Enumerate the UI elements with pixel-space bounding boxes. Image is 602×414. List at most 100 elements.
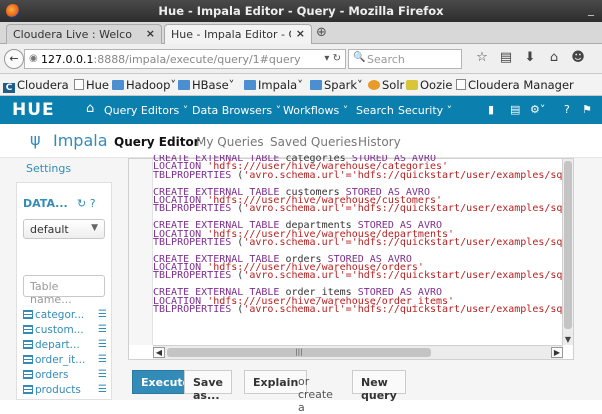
url-host: 127.0.0.1: [41, 53, 94, 66]
bookmark-hadoop[interactable]: Hadoop˅: [112, 78, 176, 92]
code-line[interactable]: 21: [153, 323, 563, 331]
sql-text: (: [231, 270, 244, 282]
tab-my-queries[interactable]: My Queries: [196, 135, 264, 149]
help-icon[interactable]: ?: [564, 103, 570, 116]
back-button[interactable]: ←: [4, 49, 24, 69]
columns-icon[interactable]: ☰: [98, 354, 107, 365]
tab-query-editor[interactable]: Query Editor: [114, 135, 200, 149]
scrollbar-thumb[interactable]: |||: [167, 348, 431, 357]
scroll-down-icon[interactable]: ▼: [563, 335, 573, 345]
chevron-down-icon: ˅: [228, 78, 235, 92]
bookmark-spark[interactable]: Spark˅: [310, 78, 363, 92]
tab-history[interactable]: History: [358, 135, 401, 149]
hue-logo[interactable]: HUE: [12, 100, 55, 120]
columns-icon[interactable]: ☰: [98, 369, 107, 380]
tab-hue-impala[interactable]: Hue - Impala Editor - Qu... ×: [164, 24, 312, 44]
list-item[interactable]: orders ☰: [23, 369, 109, 384]
bookmark-cloudera[interactable]: C Cloudera: [3, 78, 69, 93]
impala-subnav: ψ Impala Query Editor My Queries Saved Q…: [0, 124, 602, 158]
tab-saved-queries[interactable]: Saved Queries: [270, 135, 357, 149]
bookmark-label: Spark: [324, 78, 358, 92]
search-input[interactable]: 🔍 Search: [348, 49, 462, 69]
code-line[interactable]: 20: [153, 314, 563, 322]
database-header: DATA...: [23, 197, 68, 210]
query-editor[interactable]: 1CREATE EXTERNAL TABLE categories STORED…: [128, 155, 574, 360]
jobs-icon[interactable]: ▤: [510, 103, 520, 116]
columns-icon[interactable]: ☰: [98, 324, 107, 335]
bookmark-hue[interactable]: Hue: [74, 78, 109, 92]
bookmark-hbase[interactable]: HBase˅: [178, 78, 234, 92]
menu-search[interactable]: Search: [356, 104, 394, 117]
bookmark-solr[interactable]: Solr: [368, 78, 404, 92]
code-line[interactable]: 7TBLPROPERTIES ('avro.schema.url'='hdfs:…: [153, 204, 563, 214]
list-item[interactable]: depart... ☰: [23, 339, 109, 354]
bookmark-oozie[interactable]: Oozie: [406, 78, 452, 92]
folder-icon: [244, 80, 256, 90]
vertical-scrollbar[interactable]: ▼: [562, 159, 573, 345]
bookmark-label: HBase: [192, 78, 229, 92]
columns-icon[interactable]: ☰: [98, 309, 107, 320]
columns-icon[interactable]: ☰: [98, 339, 107, 350]
table-filter-input[interactable]: Table name...: [23, 275, 105, 306]
bookmark-cloudera-manager[interactable]: Cloudera Manager: [456, 78, 574, 92]
refresh-icon[interactable]: ↻ ?: [77, 197, 96, 210]
reading-list-icon[interactable]: ▤: [494, 50, 518, 65]
list-item[interactable]: custom... ☰: [23, 324, 109, 339]
menu-data-browsers[interactable]: Data Browsers ˅: [192, 104, 281, 117]
url-bar[interactable]: ◉ 127.0.0.1:8888/impala/execute/query/1#…: [24, 49, 346, 69]
solr-icon: [368, 80, 380, 90]
folder-icon: [310, 80, 322, 90]
code-line[interactable]: 19TBLPROPERTIES ('avro.schema.url'='hdfs…: [153, 305, 563, 315]
minimize-button[interactable]: _: [588, 2, 594, 16]
flag-icon[interactable]: ⚑: [582, 103, 592, 116]
code-area[interactable]: 1CREATE EXTERNAL TABLE categories STORED…: [153, 155, 563, 345]
code-line[interactable]: 15TBLPROPERTIES ('avro.schema.url'='hdfs…: [153, 270, 563, 282]
save-as-button[interactable]: Save as...: [184, 370, 232, 402]
list-item[interactable]: categor... ☰: [23, 309, 109, 324]
home-icon[interactable]: ⌂: [86, 101, 94, 116]
new-query-button[interactable]: New query: [352, 370, 406, 402]
globe-icon: ◉: [29, 53, 38, 64]
sql-string: 'avro.schema.url'='hdfs://quickstart/use…: [243, 169, 563, 181]
scroll-right-icon[interactable]: ▶: [551, 347, 563, 358]
reload-icon[interactable]: ▾ ↻: [324, 53, 341, 64]
close-tab-icon[interactable]: ×: [296, 27, 305, 40]
search-icon: 🔍: [353, 52, 366, 63]
list-item[interactable]: products ☰: [23, 384, 109, 399]
database-panel: DATA... ↻ ? default ▼ Table name... cate…: [16, 182, 112, 400]
navigation-bar: ← ◉ 127.0.0.1:8888/impala/execute/query/…: [0, 44, 602, 74]
table-icon: [23, 370, 33, 379]
code-line[interactable]: 3TBLPROPERTIES ('avro.schema.url'='hdfs:…: [153, 169, 563, 181]
tab-cloudera-live[interactable]: Cloudera Live : Welcom... ×: [6, 24, 162, 44]
file-icon[interactable]: ▮: [488, 103, 494, 116]
menu-workflows[interactable]: Workflows ˅: [283, 104, 348, 117]
chevron-down-icon: ▼: [91, 223, 98, 233]
menu-query-editors[interactable]: Query Editors ˅: [104, 104, 188, 117]
table-name: orders: [35, 369, 69, 381]
table-filter-placeholder: Table name...: [30, 280, 72, 306]
scrollbar-thumb[interactable]: [564, 161, 572, 329]
table-icon: [23, 340, 33, 349]
database-selected: default: [30, 223, 69, 236]
bookmark-label: Impala: [258, 78, 298, 92]
scroll-left-icon[interactable]: ◀: [153, 347, 165, 358]
table-name: depart...: [35, 339, 80, 351]
horizontal-scrollbar[interactable]: ◀ ||| ▶: [153, 345, 563, 359]
sql-keyword: TBLPROPERTIES: [153, 270, 232, 282]
chat-icon[interactable]: ☻: [566, 50, 590, 65]
settings-gear-icon[interactable]: ⚙˅: [530, 103, 545, 116]
chevron-down-icon: ˅: [170, 78, 177, 92]
close-tab-icon[interactable]: ×: [146, 27, 155, 40]
list-item[interactable]: order_it... ☰: [23, 354, 109, 369]
home-icon[interactable]: ⌂: [542, 50, 566, 65]
code-line[interactable]: 11TBLPROPERTIES ('avro.schema.url'='hdfs…: [153, 237, 563, 247]
settings-link[interactable]: Settings: [26, 162, 71, 175]
download-icon[interactable]: ⬇: [518, 50, 542, 65]
bookmark-star-icon[interactable]: ☆: [470, 50, 494, 65]
database-select[interactable]: default ▼: [23, 219, 105, 239]
new-tab-icon[interactable]: ⊕: [316, 25, 327, 40]
folder-icon: [178, 80, 190, 90]
bookmark-impala[interactable]: Impala˅: [244, 78, 303, 92]
menu-security[interactable]: Security ˅: [398, 104, 452, 117]
columns-icon[interactable]: ☰: [98, 384, 107, 395]
